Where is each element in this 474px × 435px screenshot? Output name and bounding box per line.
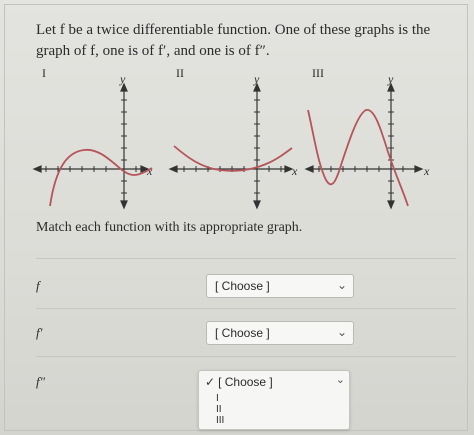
select-f-prime[interactable]: [ Choose ] ⌄ [206, 321, 354, 345]
select-f-prime-value: [ Choose ] [215, 326, 270, 340]
divider-2 [36, 308, 456, 309]
graph-ii: II y x [168, 66, 303, 216]
question-text: Let f be a twice differentiable function… [36, 20, 456, 62]
graph-i: I y x [32, 66, 160, 216]
graph-i-y-arrow-bottom [120, 200, 128, 210]
graph-iii: III y x [304, 66, 434, 216]
graph-i-ticks [45, 99, 137, 194]
graph-iii-plot [304, 82, 424, 210]
select-f[interactable]: [ Choose ] ⌄ [206, 274, 354, 298]
divider-3 [36, 356, 456, 357]
divider-1 [36, 258, 456, 259]
graph-ii-ticks [183, 99, 282, 194]
match-instructions: Match each function with its appropriate… [36, 220, 303, 235]
graph-ii-x-arrow-right [284, 165, 294, 173]
graph-iii-x-arrow-right [414, 165, 424, 173]
graph-i-x-arrow-left [32, 165, 42, 173]
question-line-2: graph of f, one is of f′, and one is of … [36, 43, 270, 59]
menu-option-choose[interactable]: ✓[ Choose ] [205, 375, 273, 389]
graph-i-plot [32, 82, 153, 210]
graph-iii-y-arrow-top [387, 82, 395, 92]
menu-option-choose-label: [ Choose ] [218, 375, 273, 389]
chevron-down-icon: ⌄ [336, 278, 347, 292]
chevron-down-icon: ⌄ [335, 374, 345, 386]
question-line-1: Let f be a twice differentiable function… [36, 22, 431, 38]
row-f-double-prime-label: f″ [36, 374, 46, 389]
graph-i-curve [49, 148, 153, 207]
graph-ii-plot [168, 82, 294, 210]
page-background: Let f be a twice differentiable function… [0, 0, 474, 435]
menu-option-i[interactable]: I [216, 393, 219, 404]
graph-ii-y-arrow-bottom [253, 200, 261, 210]
graph-i-y-arrow-top [120, 82, 128, 92]
menu-option-iii[interactable]: III [216, 415, 224, 426]
checkmark-icon: ✓ [205, 375, 216, 389]
select-f-value: [ Choose ] [215, 279, 270, 293]
row-f-label: f [36, 278, 40, 293]
select-f-double-prime-menu[interactable]: ✓[ Choose ] I II III ⌄ [198, 370, 350, 430]
row-f-prime-label: f′ [36, 325, 43, 340]
graph-iii-x-arrow-left [304, 165, 314, 173]
menu-option-ii[interactable]: II [216, 404, 222, 415]
graph-ii-x-arrow-left [168, 165, 178, 173]
chevron-down-icon: ⌄ [336, 325, 347, 339]
graph-iii-y-arrow-bottom [387, 200, 395, 210]
graph-ii-y-arrow-top [253, 82, 261, 92]
graph-ii-curve [173, 145, 293, 172]
